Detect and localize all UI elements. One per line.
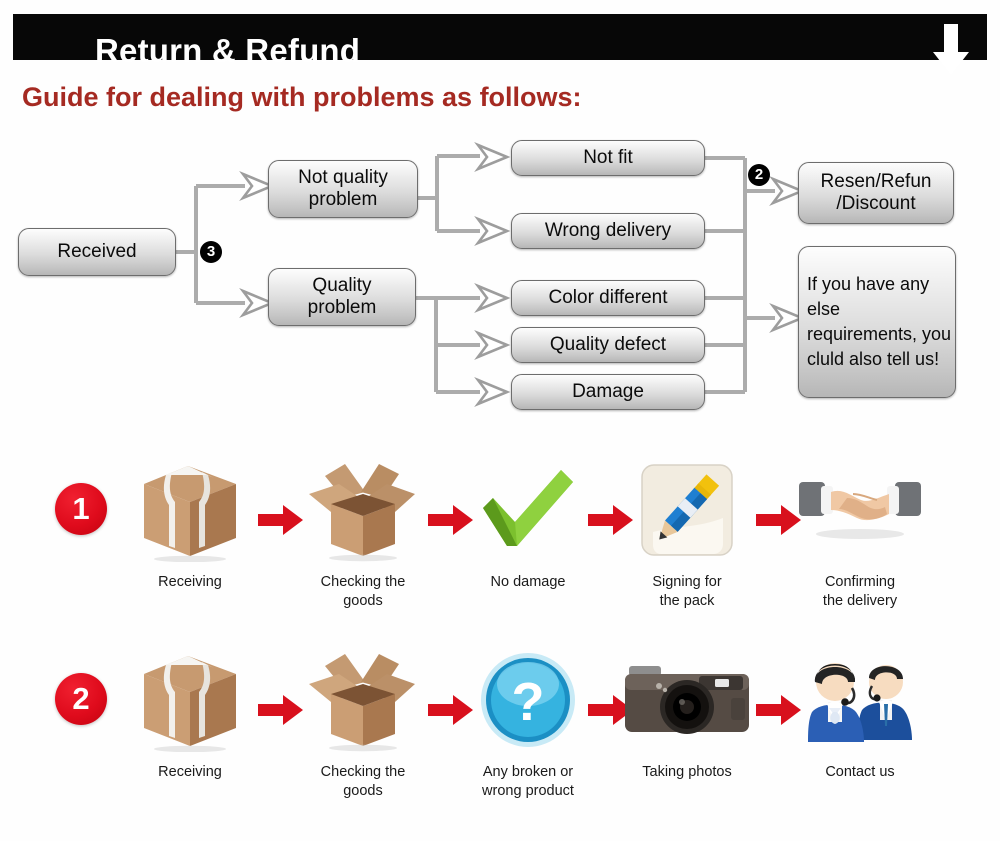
flowchart: Received 3 Not quality problem Quality p…: [0, 128, 1000, 428]
process-step-any-broken-label-line1: Any broken or: [482, 764, 574, 780]
handshake-icon: [785, 455, 935, 565]
flow-box-color-different[interactable]: Color different: [511, 280, 705, 316]
flow-box-other-requirements[interactable]: If you have any else requirements, you c…: [798, 246, 956, 398]
process-step-receiving-2[interactable]: Receiving: [115, 645, 265, 782]
process-row-1: 1 Receiving Checking the goods No damage…: [0, 455, 1000, 640]
question-mark-icon: ?: [453, 645, 603, 755]
flow-box-quality-problem[interactable]: Quality problem: [268, 268, 416, 326]
step-number-1-label: 1: [72, 491, 90, 526]
sealed-box-icon: [115, 645, 265, 755]
process-step-receiving-1-label-line1: Receiving: [158, 574, 222, 590]
step-number-1: 1: [55, 483, 107, 535]
process-step-no-damage-label-line1: No damage: [490, 574, 566, 590]
flow-box-resend-refund-discount[interactable]: Resen/Refun /Discount: [798, 162, 954, 224]
process-step-any-broken-label-line2: wrong product: [482, 783, 574, 799]
process-step-signing-label-line2: the pack: [659, 593, 715, 609]
process-step-confirming[interactable]: Confirming the delivery: [785, 455, 935, 611]
badge-step-two: 2: [748, 164, 770, 186]
badge-step-three-label: 3: [206, 243, 216, 260]
header-bar: Return & Refund: [13, 14, 987, 75]
camera-icon: [612, 645, 762, 755]
process-step-confirming-label-line2: the delivery: [822, 593, 898, 609]
step-number-2: 2: [55, 673, 107, 725]
flow-box-not-quality-problem-line2: problem: [308, 189, 378, 210]
process-step-signing[interactable]: Signing for the pack: [612, 455, 762, 611]
flow-box-not-fit-label: Not fit: [583, 147, 633, 168]
flow-box-wrong-delivery[interactable]: Wrong delivery: [511, 213, 705, 249]
flow-box-quality-problem-line2: problem: [307, 297, 377, 318]
flow-box-wrong-delivery-label: Wrong delivery: [544, 220, 672, 241]
flow-box-color-different-label: Color different: [548, 287, 668, 308]
open-box-icon: [288, 455, 438, 565]
flow-box-received[interactable]: Received: [18, 228, 176, 276]
process-step-any-broken[interactable]: ? Any broken or wrong product: [453, 645, 603, 801]
process-step-receiving-1[interactable]: Receiving: [115, 455, 265, 592]
flow-box-other-requirements-text: If you have any else requirements, you c…: [807, 274, 952, 369]
process-step-contact-us-label-line1: Contact us: [825, 764, 895, 780]
process-step-checking-2-label-line1: Checking the: [320, 764, 406, 780]
svg-text:?: ?: [512, 672, 545, 732]
process-step-confirming-label-line1: Confirming: [824, 574, 896, 590]
process-step-checking-2-label-line2: goods: [343, 783, 383, 799]
process-row-2: 2 Receiving Checking the goods ? Any bro…: [0, 645, 1000, 830]
flow-box-quality-problem-line1: Quality: [312, 275, 372, 296]
flow-box-damage[interactable]: Damage: [511, 374, 705, 410]
sealed-box-icon: [115, 455, 265, 565]
flow-box-not-fit[interactable]: Not fit: [511, 140, 705, 176]
open-box-icon: [288, 645, 438, 755]
page-root: Return & Refund Guide for dealing with p…: [0, 0, 1000, 841]
flow-box-quality-defect-label: Quality defect: [549, 334, 667, 355]
process-step-receiving-2-label-line1: Receiving: [158, 764, 222, 780]
flow-box-damage-label: Damage: [572, 381, 644, 402]
flow-box-not-quality-problem[interactable]: Not quality problem: [268, 160, 418, 218]
support-agents-icon: [785, 645, 935, 755]
badge-step-two-label: 2: [754, 166, 764, 183]
flow-box-resend-refund-discount-line2: /Discount: [836, 193, 916, 214]
green-check-icon: [453, 455, 603, 565]
guide-heading: Guide for dealing with problems as follo…: [22, 82, 582, 112]
process-step-taking-photos-label-line1: Taking photos: [642, 764, 732, 780]
flow-box-received-label: Received: [57, 241, 137, 262]
badge-step-three: 3: [200, 241, 222, 263]
step-number-2-label: 2: [72, 681, 90, 716]
flow-box-quality-defect[interactable]: Quality defect: [511, 327, 705, 363]
process-step-checking-1-label-line1: Checking the: [320, 574, 406, 590]
process-step-signing-label-line1: Signing for: [652, 574, 722, 590]
process-step-checking-2[interactable]: Checking the goods: [288, 645, 438, 801]
page-title: Return & Refund: [95, 32, 361, 69]
flow-box-resend-refund-discount-line1: Resen/Refun: [820, 171, 932, 192]
flow-box-not-quality-problem-line1: Not quality: [298, 167, 388, 188]
process-step-no-damage[interactable]: No damage: [453, 455, 603, 592]
process-step-taking-photos[interactable]: Taking photos: [612, 645, 762, 782]
pencil-signing-icon: [612, 455, 762, 565]
down-arrow-icon: [933, 24, 969, 75]
process-step-checking-1[interactable]: Checking the goods: [288, 455, 438, 611]
process-step-checking-1-label-line2: goods: [343, 593, 383, 609]
process-step-contact-us[interactable]: Contact us: [785, 645, 935, 782]
